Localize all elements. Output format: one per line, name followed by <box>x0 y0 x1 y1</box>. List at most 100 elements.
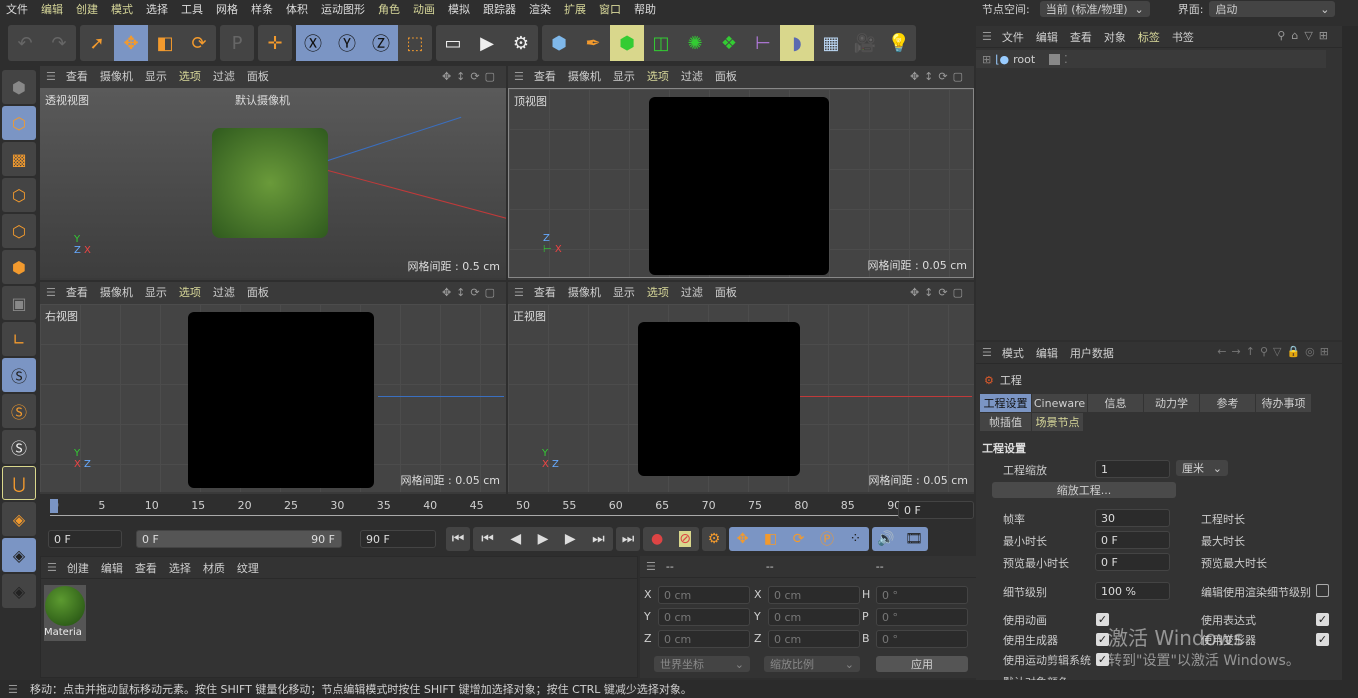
coord-scale-select[interactable]: 缩放比例 ⌄ <box>764 656 860 672</box>
viewport-perspective[interactable]: ☰ 查看 摄像机 显示 选项 过滤 面板 ✥↕⟳▢ 透视视图 默认摄像机 YZ X 网格间距 … <box>40 66 506 280</box>
make-editable-icon[interactable]: ⬢ <box>2 70 36 104</box>
menu-9[interactable]: 运动图形 <box>321 1 365 17</box>
cloner-icon[interactable]: ✺ <box>678 25 712 61</box>
forward-icon[interactable]: → <box>1232 345 1246 358</box>
deformer-icon[interactable]: ⊢ <box>746 25 780 61</box>
tab-2[interactable]: 信息 <box>1088 394 1144 412</box>
menu-icon[interactable]: ☰ <box>982 30 992 43</box>
viewport-menu-item[interactable]: 摄像机 <box>100 284 133 300</box>
coord-field[interactable]: 0 ° <box>876 608 968 626</box>
search-icon[interactable]: ⚲ <box>1277 29 1291 42</box>
menu-8[interactable]: 体积 <box>286 1 308 17</box>
axis-move-icon[interactable]: ✛ <box>258 25 292 61</box>
unit-select[interactable]: 厘米 ⌄ <box>1176 460 1228 476</box>
node-space-select[interactable]: 当前 (标准/物理) ⌄ <box>1039 1 1150 17</box>
min-time-field[interactable]: 0 F <box>1095 531 1170 549</box>
menu-3[interactable]: 模式 <box>111 1 133 17</box>
menu-16[interactable]: 窗口 <box>599 1 621 17</box>
new-window-icon[interactable]: ⊞ <box>1320 345 1334 358</box>
model-mode-icon[interactable]: ⬡ <box>2 106 36 140</box>
start-frame-field[interactable]: 0 F <box>48 530 122 548</box>
menu-1[interactable]: 编辑 <box>41 1 63 17</box>
viewport-menu-item[interactable]: 显示 <box>613 284 635 300</box>
menu-6[interactable]: 网格 <box>216 1 238 17</box>
menu-icon[interactable]: ☰ <box>982 346 992 359</box>
menu-0[interactable]: 文件 <box>6 1 28 17</box>
right-side-tabs[interactable] <box>1342 26 1358 680</box>
menu-7[interactable]: 样条 <box>251 1 273 17</box>
viewport-menu-item[interactable]: 面板 <box>247 68 269 84</box>
texture-mode-icon[interactable]: ▩ <box>2 142 36 176</box>
camera-icon[interactable]: 🎥 <box>848 25 882 61</box>
coord-field[interactable]: 0 ° <box>876 630 968 648</box>
key-rotation-icon[interactable]: ⟳ <box>793 531 805 547</box>
snap-icon[interactable]: Ⓢ <box>2 358 36 392</box>
viewport-menu-item[interactable]: 摄像机 <box>100 68 133 84</box>
extrude-icon[interactable]: ◫ <box>644 25 678 61</box>
menu-item[interactable]: 查看 <box>135 560 157 576</box>
key-scale-icon[interactable]: ◧ <box>764 531 777 547</box>
cube-icon[interactable]: ⬢ <box>542 25 576 61</box>
tab-1[interactable]: Cineware <box>1032 394 1088 412</box>
render-lod-checkbox[interactable] <box>1316 584 1329 597</box>
sound-icon[interactable]: 🔊 <box>877 531 894 547</box>
coord-field[interactable]: 0 ° <box>876 586 968 604</box>
filter-icon[interactable]: ▽ <box>1304 29 1318 42</box>
redo-icon[interactable]: ↷ <box>42 25 76 61</box>
menu-item[interactable]: 编辑 <box>1036 29 1058 45</box>
viewport-menu-item[interactable]: 选项 <box>179 68 201 84</box>
tab2-1[interactable]: 场景节点 <box>1032 413 1084 431</box>
menu-item[interactable]: 材质 <box>203 560 225 576</box>
apply-button[interactable]: 应用 <box>876 656 968 672</box>
menu-2[interactable]: 创建 <box>76 1 98 17</box>
coord-field[interactable]: 0 cm <box>658 630 750 648</box>
lock-icon[interactable]: 🔒 <box>1286 345 1305 358</box>
viewport-nav-icons[interactable]: ✥↕⟳▢ <box>910 286 968 299</box>
x-axis-icon[interactable]: Ⓧ <box>296 25 330 61</box>
viewport-nav-icons[interactable]: ✥↕⟳▢ <box>910 70 968 83</box>
interface-select[interactable]: 启动 ⌄ <box>1209 1 1336 17</box>
viewport-menu-item[interactable]: 面板 <box>715 68 737 84</box>
menu-item[interactable]: 文件 <box>1002 29 1024 45</box>
prev-key-icon[interactable]: ⏮ <box>481 531 494 547</box>
viewport-menu-item[interactable]: 过滤 <box>681 284 703 300</box>
scale-project-button[interactable]: 缩放工程... <box>992 482 1176 498</box>
key-pla-icon[interactable]: ⁘ <box>849 531 861 547</box>
film-icon[interactable]: 🎞 <box>905 531 923 547</box>
menu-item[interactable]: 查看 <box>1070 29 1092 45</box>
autokey-icon[interactable]: ⊘ <box>679 531 691 547</box>
viewport-nav-icons[interactable]: ✥↕⟳▢ <box>442 70 500 83</box>
menu-icon[interactable]: ☰ <box>514 70 524 83</box>
viewport-menu-item[interactable]: 选项 <box>647 284 669 300</box>
home-icon[interactable]: ⌂ <box>1291 29 1304 42</box>
viewport-nav-icons[interactable]: ✥↕⟳▢ <box>442 286 500 299</box>
menu-item[interactable]: 编辑 <box>1036 345 1058 361</box>
magnet-icon[interactable]: ⋃ <box>2 466 36 500</box>
move-tool-icon[interactable]: ✥ <box>114 25 148 61</box>
menu-item[interactable]: 创建 <box>67 560 89 576</box>
go-end-icon[interactable]: ⏭ <box>616 527 640 551</box>
menu-item[interactable]: 用户数据 <box>1070 345 1114 361</box>
expand-icon[interactable]: ⊞ <box>982 53 991 66</box>
up-icon[interactable]: ↑ <box>1246 345 1260 358</box>
menu-item[interactable]: 书签 <box>1172 29 1194 45</box>
viewport-menu-item[interactable]: 过滤 <box>213 284 235 300</box>
viewport-menu-item[interactable]: 查看 <box>66 284 88 300</box>
playhead[interactable] <box>50 499 58 513</box>
z-axis-icon[interactable]: Ⓩ <box>364 25 398 61</box>
edge-mode-icon[interactable]: ⬡ <box>2 214 36 248</box>
tab-5[interactable]: 待办事项 <box>1256 394 1312 412</box>
viewport-menu-item[interactable]: 选项 <box>647 68 669 84</box>
menu-item[interactable]: 模式 <box>1002 345 1024 361</box>
scale-field[interactable]: 1 <box>1095 460 1170 478</box>
menu-item[interactable]: 选择 <box>169 560 191 576</box>
axis-mode-icon[interactable]: ∟ <box>2 322 36 356</box>
select-tool-icon[interactable]: ➚ <box>80 25 114 61</box>
key-position-icon[interactable]: ✥ <box>737 531 749 547</box>
menu-13[interactable]: 跟踪器 <box>483 1 516 17</box>
light-icon[interactable]: 💡 <box>882 25 916 61</box>
menu-12[interactable]: 模拟 <box>448 1 470 17</box>
menu-14[interactable]: 渲染 <box>529 1 551 17</box>
tab-0[interactable]: 工程设置 <box>980 394 1032 412</box>
viewport-menu-item[interactable]: 面板 <box>715 284 737 300</box>
